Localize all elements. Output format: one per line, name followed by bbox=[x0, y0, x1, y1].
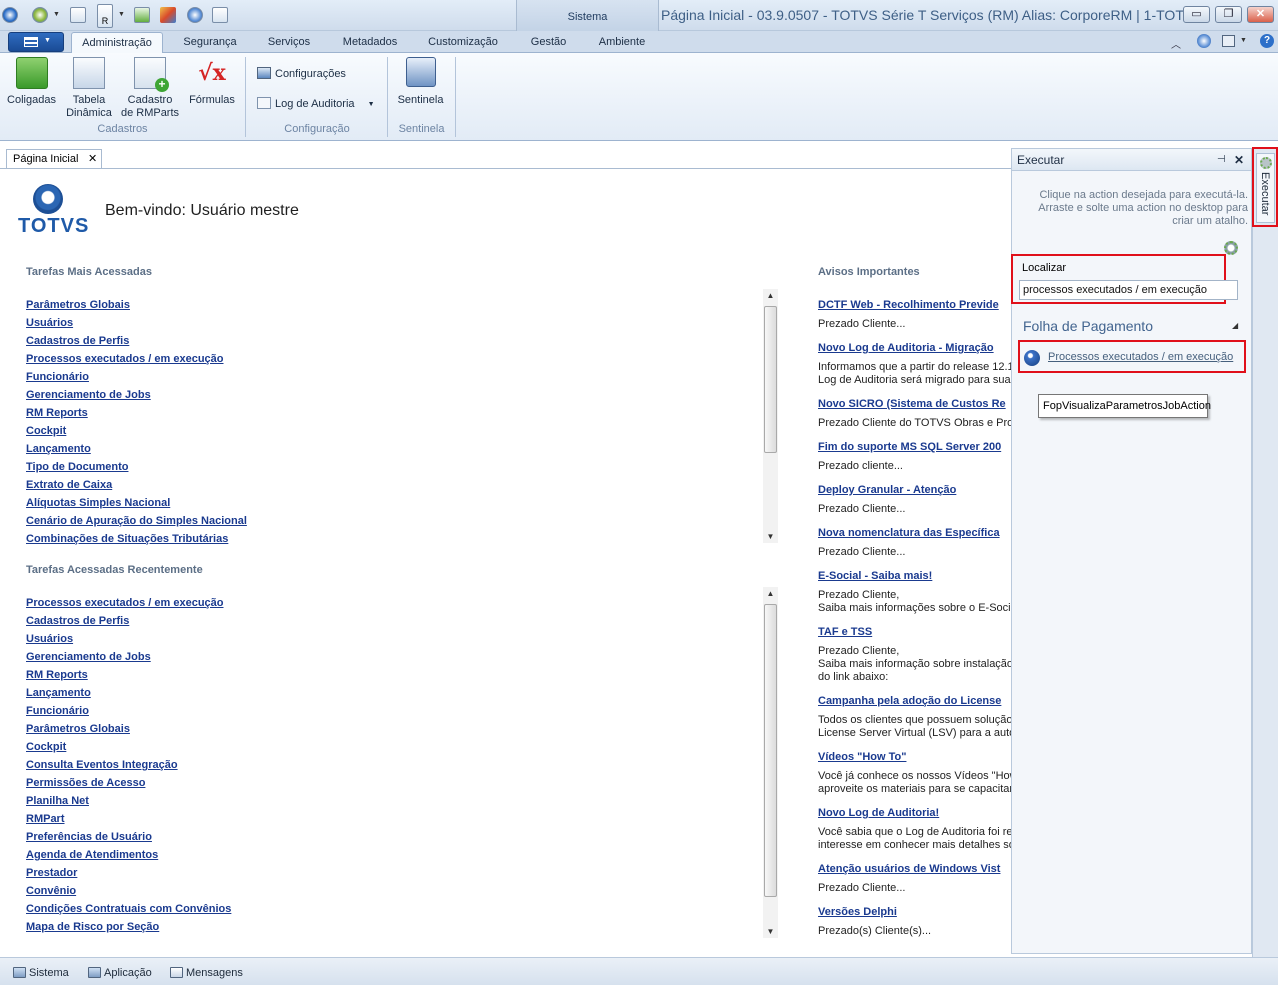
monitor-icon bbox=[13, 967, 26, 978]
notice-title[interactable]: Novo Log de Auditoria - Migração bbox=[818, 342, 994, 354]
notice-body: Prezado cliente... bbox=[818, 460, 903, 472]
recent-link[interactable]: Cockpit bbox=[26, 741, 66, 753]
most-accessed-link[interactable]: Alíquotas Simples Nacional bbox=[26, 497, 170, 509]
notice-title[interactable]: E-Social - Saiba mais! bbox=[818, 570, 932, 582]
gear-icon[interactable] bbox=[1224, 241, 1238, 255]
recent-link[interactable]: RMPart bbox=[26, 813, 65, 825]
recent-link[interactable]: Usuários bbox=[26, 633, 73, 645]
status-bar: Sistema Aplicação Mensagens bbox=[0, 957, 1278, 985]
web-icon[interactable] bbox=[1197, 34, 1211, 48]
most-accessed-link[interactable]: Funcionário bbox=[26, 371, 89, 383]
recent-link[interactable]: Preferências de Usuário bbox=[26, 831, 152, 843]
recent-link[interactable]: Convênio bbox=[26, 885, 76, 897]
notice-title[interactable]: TAF e TSS bbox=[818, 626, 872, 638]
dropdown-arrow-icon[interactable]: ▼ bbox=[1240, 37, 1247, 44]
recent-link[interactable]: Processos executados / em execução bbox=[26, 597, 224, 609]
dock-strip bbox=[1252, 148, 1278, 985]
notice-body: Prezado Cliente, bbox=[818, 589, 900, 601]
most-accessed-link[interactable]: Extrato de Caixa bbox=[26, 479, 112, 491]
recent-link[interactable]: Lançamento bbox=[26, 687, 91, 699]
recent-link[interactable]: Prestador bbox=[26, 867, 77, 879]
notice-title[interactable]: Nova nomenclatura das Específica bbox=[818, 527, 1000, 539]
recent-link[interactable]: RM Reports bbox=[26, 669, 88, 681]
notice-body: Prezado Cliente, bbox=[818, 645, 900, 657]
notice-body: Saiba mais informações sobre o E-Social bbox=[818, 602, 1011, 614]
most-accessed-link[interactable]: Cenário de Apuração do Simples Nacional bbox=[26, 515, 247, 527]
action-icon bbox=[1024, 350, 1040, 366]
notice-title[interactable]: Vídeos "How To" bbox=[818, 751, 906, 763]
chevron-up-icon[interactable]: ︿ bbox=[1171, 36, 1181, 51]
execute-panel-hint: Clique na action desejada para executá-l… bbox=[1038, 189, 1248, 227]
most-accessed-link[interactable]: RM Reports bbox=[26, 407, 88, 419]
layout-icon[interactable] bbox=[1222, 35, 1235, 47]
recent-link[interactable]: Mapa de Risco por Seção bbox=[26, 921, 159, 933]
notice-title[interactable]: Deploy Granular - Atenção bbox=[818, 484, 956, 496]
status-mensagens[interactable]: Mensagens bbox=[170, 967, 243, 979]
notice-body: do link abaixo: bbox=[818, 671, 889, 683]
most-accessed-link[interactable]: Gerenciamento de Jobs bbox=[26, 389, 151, 401]
restore-button[interactable]: ❐ bbox=[1215, 6, 1242, 23]
notice-title[interactable]: Fim do suporte MS SQL Server 200 bbox=[818, 441, 1001, 453]
most-accessed-link[interactable]: Processos executados / em execução bbox=[26, 353, 224, 365]
notice-body: interesse em conhecer mais detalhes sob bbox=[818, 839, 1011, 851]
collapse-arrow-icon[interactable]: ◢ bbox=[1232, 321, 1238, 330]
search-input[interactable] bbox=[1019, 280, 1238, 300]
recent-link[interactable]: Gerenciamento de Jobs bbox=[26, 651, 151, 663]
status-aplicacao[interactable]: Aplicação bbox=[88, 967, 152, 979]
execute-panel-header: Executar ⊣ ✕ bbox=[1012, 149, 1251, 171]
most-accessed-link[interactable]: Parâmetros Globais bbox=[26, 299, 130, 311]
notice-title[interactable]: Novo SICRO (Sistema de Custos Re bbox=[818, 398, 1006, 410]
close-window-button[interactable]: ✕ bbox=[1247, 6, 1274, 23]
dock-highlight bbox=[1252, 147, 1278, 227]
pin-icon[interactable]: ⊣ bbox=[1217, 149, 1226, 171]
application-icon bbox=[88, 967, 101, 978]
recent-link[interactable]: Planilha Net bbox=[26, 795, 89, 807]
notices-list: DCTF Web - Recolhimento Previde Prezado C… bbox=[0, 0, 1011, 951]
notice-title[interactable]: Versões Delphi bbox=[818, 906, 897, 918]
most-accessed-link[interactable]: Cockpit bbox=[26, 425, 66, 437]
status-sistema[interactable]: Sistema bbox=[13, 967, 69, 979]
recent-link[interactable]: Cadastros de Perfis bbox=[26, 615, 129, 627]
most-accessed-link[interactable]: Tipo de Documento bbox=[26, 461, 128, 473]
result-link[interactable]: Processos executados / em execução bbox=[1048, 351, 1233, 363]
minimize-button[interactable]: ▭ bbox=[1183, 6, 1210, 23]
action-tooltip: FopVisualizaParametrosJobAction bbox=[1038, 394, 1211, 418]
most-accessed-link[interactable]: Combinações de Situações Tributárias bbox=[26, 533, 228, 545]
notice-title[interactable]: Campanha pela adoção do License bbox=[818, 695, 1001, 707]
notice-title[interactable]: DCTF Web - Recolhimento Previde bbox=[818, 299, 999, 311]
notice-body: Informamos que a partir do release 12.1 bbox=[818, 361, 1011, 373]
search-label: Localizar bbox=[1022, 262, 1067, 274]
recent-link[interactable]: Funcionário bbox=[26, 705, 89, 717]
notice-body: Saiba mais informação sobre instalação d bbox=[818, 658, 1011, 670]
recent-link[interactable]: Agenda de Atendimentos bbox=[26, 849, 158, 861]
notice-body: Você já conhece os nossos Vídeos "How bbox=[818, 770, 1011, 782]
recent-link[interactable]: Consulta Eventos Integração bbox=[26, 759, 178, 771]
notice-body: License Server Virtual (LSV) para a auto bbox=[818, 727, 1011, 739]
notice-body: Prezado Cliente do TOTVS Obras e Proje bbox=[818, 417, 1011, 429]
most-accessed-link[interactable]: Usuários bbox=[26, 317, 73, 329]
group-folha-pagamento: Folha de Pagamento bbox=[1023, 318, 1153, 334]
notice-body: Você sabia que o Log de Auditoria foi re… bbox=[818, 826, 1011, 838]
notice-title[interactable]: Novo Log de Auditoria! bbox=[818, 807, 939, 819]
notice-body: Prezado Cliente... bbox=[818, 503, 906, 515]
notice-body: Todos os clientes que possuem solução d bbox=[818, 714, 1011, 726]
recent-link[interactable]: Permissões de Acesso bbox=[26, 777, 145, 789]
help-icon[interactable]: ? bbox=[1260, 34, 1274, 48]
close-panel-icon[interactable]: ✕ bbox=[1234, 149, 1244, 171]
most-accessed-link[interactable]: Cadastros de Perfis bbox=[26, 335, 129, 347]
recent-link[interactable]: Parâmetros Globais bbox=[26, 723, 130, 735]
messages-icon bbox=[170, 967, 183, 978]
notice-body: Log de Auditoria será migrado para sua bbox=[818, 374, 1011, 386]
most-accessed-link[interactable]: Lançamento bbox=[26, 443, 91, 455]
notice-title[interactable]: Atenção usuários de Windows Vist bbox=[818, 863, 1000, 875]
notice-body: Prezado Cliente... bbox=[818, 882, 906, 894]
notice-body: Prezado Cliente... bbox=[818, 546, 906, 558]
recent-link[interactable]: Condições Contratuais com Convênios bbox=[26, 903, 231, 915]
notice-body: aproveite os materiais para se capacitar bbox=[818, 783, 1011, 795]
notice-body: Prezado(s) Cliente(s)... bbox=[818, 925, 932, 937]
notice-body: Prezado Cliente... bbox=[818, 318, 906, 330]
